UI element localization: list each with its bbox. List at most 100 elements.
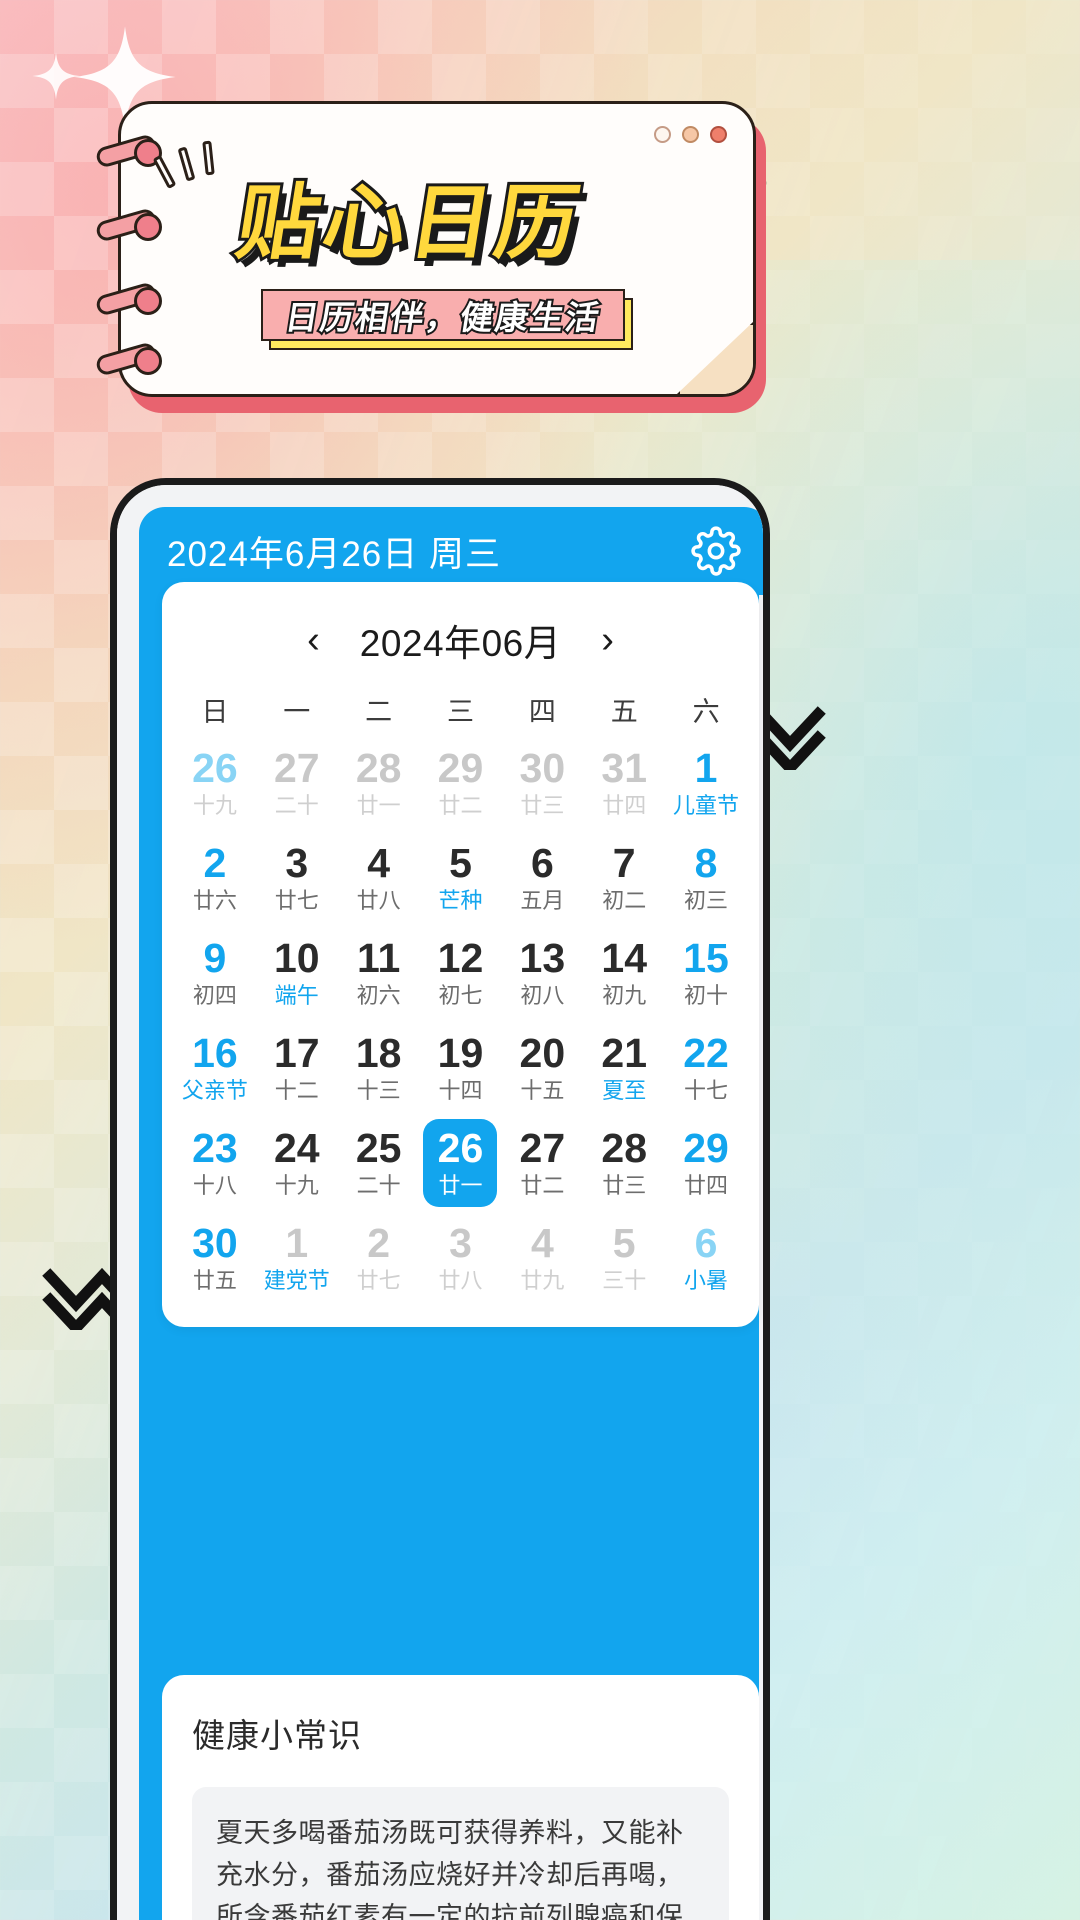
- calendar-day[interactable]: 28 廿三: [587, 1119, 661, 1207]
- calendar-day-cell[interactable]: 16 父亲节: [174, 1020, 256, 1115]
- calendar-day[interactable]: 20 十五: [505, 1024, 579, 1112]
- calendar-day[interactable]: 29 廿二: [423, 739, 497, 827]
- calendar-day[interactable]: 16 父亲节: [178, 1024, 252, 1112]
- weekday-header-row: 日一二三四五六: [162, 690, 759, 729]
- calendar-day[interactable]: 31 廿四: [587, 739, 661, 827]
- calendar-day-cell[interactable]: 5 三十: [583, 1210, 665, 1305]
- calendar-day-cell[interactable]: 26 廿一: [420, 1115, 502, 1210]
- calendar-day[interactable]: 26 十九: [178, 739, 252, 827]
- window-dot-1-icon: [654, 126, 671, 143]
- calendar-day[interactable]: 27 廿二: [505, 1119, 579, 1207]
- calendar-day-cell[interactable]: 19 十四: [420, 1020, 502, 1115]
- calendar-day-cell[interactable]: 24 十九: [256, 1115, 338, 1210]
- calendar-day-cell[interactable]: 30 廿三: [501, 735, 583, 830]
- calendar-day-lunar-label: 儿童节: [673, 792, 740, 818]
- calendar-day-cell[interactable]: 23 十八: [174, 1115, 256, 1210]
- calendar-day[interactable]: 18 十三: [342, 1024, 416, 1112]
- gear-icon[interactable]: [690, 525, 742, 577]
- calendar-day-cell[interactable]: 28 廿三: [583, 1115, 665, 1210]
- calendar-day-cell[interactable]: 29 廿二: [420, 735, 502, 830]
- calendar-day-cell[interactable]: 27 廿二: [501, 1115, 583, 1210]
- calendar-day[interactable]: 6 小暑: [669, 1214, 743, 1302]
- prev-month-button[interactable]: ‹: [301, 621, 326, 659]
- calendar-day-cell[interactable]: 7 初二: [583, 830, 665, 925]
- calendar-day[interactable]: 5 三十: [587, 1214, 661, 1302]
- calendar-day-lunar-label: 廿一: [356, 792, 401, 818]
- calendar-day[interactable]: 13 初八: [505, 929, 579, 1017]
- calendar-day-selected[interactable]: 26 廿一: [423, 1118, 498, 1207]
- calendar-day[interactable]: 17 十二: [260, 1024, 334, 1112]
- calendar-day-cell[interactable]: 18 十三: [338, 1020, 420, 1115]
- calendar-day-cell[interactable]: 20 十五: [501, 1020, 583, 1115]
- hero-card-sheet: 贴心日历 日历相伴，健康生活: [118, 101, 756, 397]
- calendar-day-cell[interactable]: 2 廿七: [338, 1210, 420, 1305]
- calendar-day-cell[interactable]: 8 初三: [665, 830, 747, 925]
- calendar-day[interactable]: 10 端午: [260, 929, 334, 1017]
- calendar-day-cell[interactable]: 3 廿八: [420, 1210, 502, 1305]
- next-month-button[interactable]: ›: [595, 621, 620, 659]
- calendar-day[interactable]: 8 初三: [669, 834, 743, 922]
- calendar-day-cell[interactable]: 2 廿六: [174, 830, 256, 925]
- calendar-day-cell[interactable]: 4 廿九: [501, 1210, 583, 1305]
- calendar-day[interactable]: 23 十八: [178, 1119, 252, 1207]
- calendar-day-cell[interactable]: 28 廿一: [338, 735, 420, 830]
- calendar-day[interactable]: 27 二十: [260, 739, 334, 827]
- calendar-day-cell[interactable]: 1 儿童节: [665, 735, 747, 830]
- calendar-day-cell[interactable]: 6 五月: [501, 830, 583, 925]
- calendar-day-number: 5: [612, 1219, 636, 1266]
- calendar-day[interactable]: 30 廿三: [505, 739, 579, 827]
- calendar-day-cell[interactable]: 30 廿五: [174, 1210, 256, 1305]
- calendar-day-cell[interactable]: 29 廿四: [665, 1115, 747, 1210]
- calendar-day[interactable]: 22 十七: [669, 1024, 743, 1112]
- calendar-day[interactable]: 5 芒种: [423, 834, 497, 922]
- calendar-day-cell[interactable]: 15 初十: [665, 925, 747, 1020]
- calendar-day[interactable]: 28 廿一: [342, 739, 416, 827]
- calendar-day[interactable]: 6 五月: [505, 834, 579, 922]
- hero-subtitle-wrapper: 日历相伴，健康生活: [261, 289, 633, 350]
- binder-ring-3: [94, 281, 168, 317]
- calendar-day-cell[interactable]: 27 二十: [256, 735, 338, 830]
- calendar-day[interactable]: 3 廿八: [423, 1214, 497, 1302]
- calendar-day-cell[interactable]: 13 初八: [501, 925, 583, 1020]
- calendar-day[interactable]: 21 夏至: [587, 1024, 661, 1112]
- calendar-day-cell[interactable]: 4 廿八: [338, 830, 420, 925]
- calendar-day-number: 22: [683, 1029, 729, 1076]
- calendar-day[interactable]: 2 廿六: [178, 834, 252, 922]
- calendar-day-number: 27: [273, 744, 320, 791]
- calendar-day[interactable]: 4 廿八: [342, 834, 416, 922]
- calendar-day-cell[interactable]: 12 初七: [420, 925, 502, 1020]
- calendar-day[interactable]: 29 廿四: [669, 1119, 743, 1207]
- calendar-day[interactable]: 24 十九: [260, 1119, 334, 1207]
- calendar-day[interactable]: 19 十四: [423, 1024, 497, 1112]
- calendar-day[interactable]: 11 初六: [342, 929, 416, 1017]
- calendar-day[interactable]: 2 廿七: [342, 1214, 416, 1302]
- calendar-day[interactable]: 25 二十: [342, 1119, 416, 1207]
- calendar-day[interactable]: 7 初二: [587, 834, 661, 922]
- calendar-day[interactable]: 9 初四: [178, 929, 252, 1017]
- calendar-day-cell[interactable]: 11 初六: [338, 925, 420, 1020]
- calendar-day-cell[interactable]: 21 夏至: [583, 1020, 665, 1115]
- calendar-day-cell[interactable]: 3 廿七: [256, 830, 338, 925]
- calendar-day[interactable]: 12 初七: [423, 929, 497, 1017]
- calendar-day-cell[interactable]: 9 初四: [174, 925, 256, 1020]
- calendar-day[interactable]: 30 廿五: [178, 1214, 252, 1302]
- calendar-day-cell[interactable]: 17 十二: [256, 1020, 338, 1115]
- calendar-day-cell[interactable]: 14 初九: [583, 925, 665, 1020]
- calendar-day[interactable]: 1 儿童节: [669, 739, 743, 827]
- calendar-day[interactable]: 3 廿七: [260, 834, 334, 922]
- calendar-day-number: 16: [192, 1029, 238, 1076]
- calendar-day[interactable]: 15 初十: [669, 929, 743, 1017]
- calendar-day-cell[interactable]: 10 端午: [256, 925, 338, 1020]
- calendar-day-cell[interactable]: 22 十七: [665, 1020, 747, 1115]
- calendar-day-cell[interactable]: 31 廿四: [583, 735, 665, 830]
- calendar-day[interactable]: 4 廿九: [505, 1214, 579, 1302]
- calendar-day-cell[interactable]: 26 十九: [174, 735, 256, 830]
- calendar-day[interactable]: 1 建党节: [260, 1214, 334, 1302]
- calendar-day-cell[interactable]: 5 芒种: [420, 830, 502, 925]
- calendar-day-cell[interactable]: 25 二十: [338, 1115, 420, 1210]
- hero-banner-card: 贴心日历 日历相伴，健康生活: [94, 101, 766, 413]
- calendar-day[interactable]: 14 初九: [587, 929, 661, 1017]
- calendar-day-lunar-label: 廿四: [602, 792, 647, 818]
- calendar-day-cell[interactable]: 1 建党节: [256, 1210, 338, 1305]
- calendar-day-cell[interactable]: 6 小暑: [665, 1210, 747, 1305]
